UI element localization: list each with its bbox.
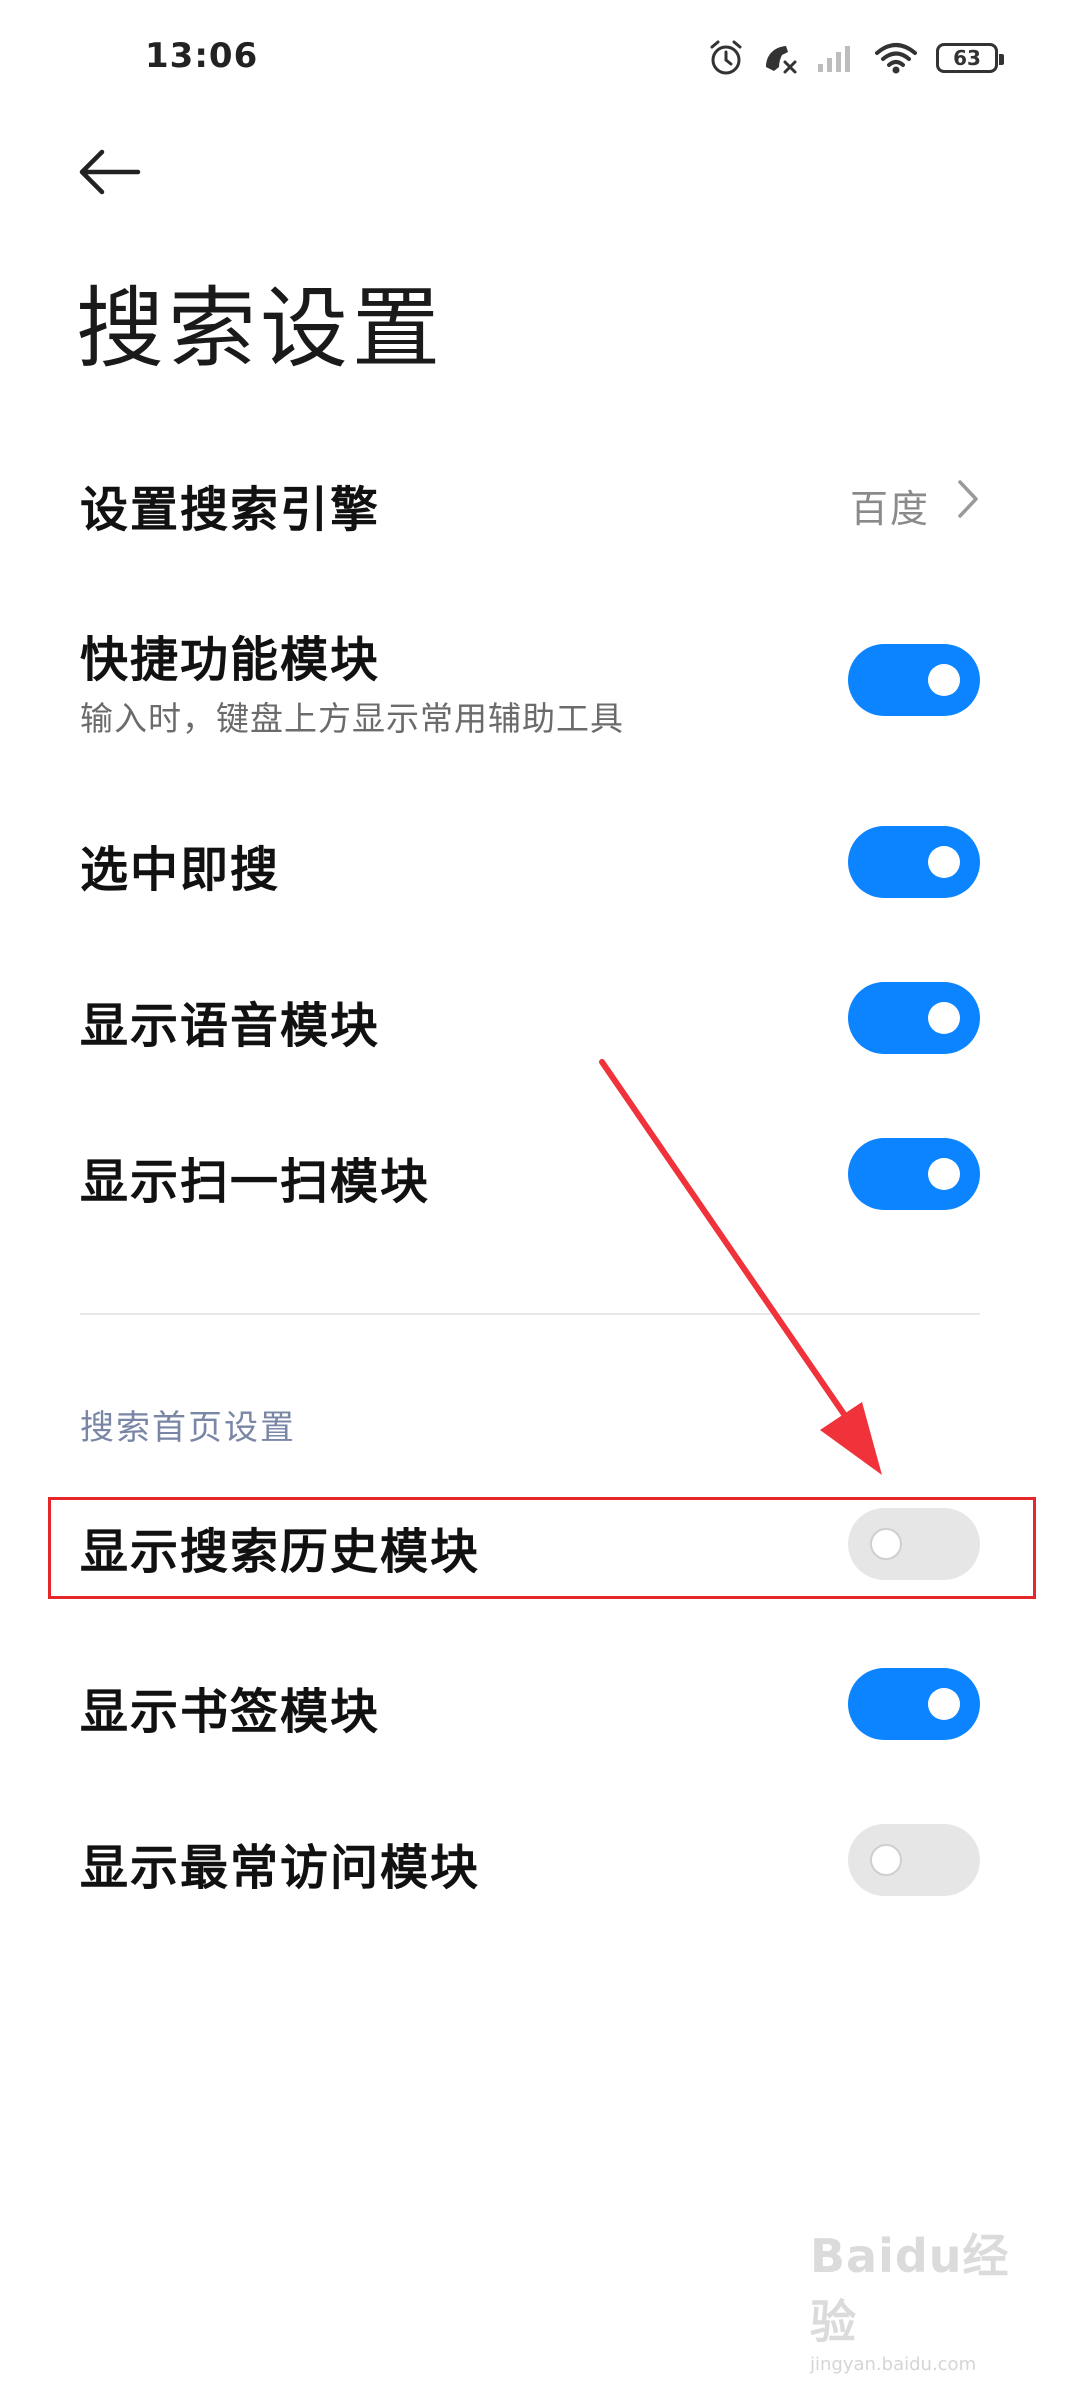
most-visited-toggle[interactable] <box>848 1824 980 1896</box>
chevron-right-icon <box>958 480 978 518</box>
quick-function-toggle[interactable] <box>848 644 980 716</box>
toggle-knob <box>928 846 960 878</box>
annotation-highlight-box <box>48 1497 1036 1599</box>
status-bar: 13:06 63 <box>0 0 1080 120</box>
toggle-knob <box>928 664 960 696</box>
annotation-arrow-icon <box>599 1059 882 1475</box>
bookmarks-label: 显示书签模块 <box>80 1684 381 1740</box>
toggle-knob <box>928 1158 960 1190</box>
battery-icon: 63 <box>936 43 1004 73</box>
toggle-knob <box>928 1688 960 1720</box>
select-search-toggle[interactable] <box>848 826 980 898</box>
bookmarks-toggle[interactable] <box>848 1668 980 1740</box>
voice-module-toggle[interactable] <box>848 982 980 1054</box>
quick-function-label: 快捷功能模块 <box>80 632 381 688</box>
wifi-icon <box>875 43 917 74</box>
scan-module-row: 显示扫一扫模块 <box>0 1138 1080 1218</box>
section-header: 搜索首页设置 <box>80 1408 296 1448</box>
watermark: Baidu经验 jingyan.baidu.com <box>810 2220 1010 2375</box>
toggle-knob <box>870 1844 902 1876</box>
alarm-icon <box>710 40 742 75</box>
scan-module-label: 显示扫一扫模块 <box>80 1154 431 1210</box>
signal-icon <box>818 46 850 72</box>
bookmarks-row: 显示书签模块 <box>0 1668 1080 1748</box>
search-engine-value: 百度 <box>849 487 930 531</box>
quick-function-description: 输入时，键盘上方显示常用辅助工具 <box>80 699 624 738</box>
quick-function-row: 快捷功能模块 输入时，键盘上方显示常用辅助工具 <box>0 620 1080 760</box>
page-title: 搜索设置 <box>76 277 445 380</box>
most-visited-label: 显示最常访问模块 <box>80 1840 481 1896</box>
voice-module-row: 显示语音模块 <box>0 982 1080 1062</box>
most-visited-row: 显示最常访问模块 <box>0 1824 1080 1904</box>
select-search-row: 选中即搜 <box>0 826 1080 906</box>
battery-level: 63 <box>953 46 981 70</box>
voice-module-label: 显示语音模块 <box>80 998 381 1054</box>
watermark-text: Baidu经验 <box>810 2229 1010 2349</box>
watermark-url: jingyan.baidu.com <box>810 2354 977 2375</box>
search-engine-row[interactable]: 设置搜索引擎 百度 <box>0 450 1080 550</box>
status-time: 13:06 <box>145 36 259 76</box>
search-engine-label: 设置搜索引擎 <box>80 482 381 538</box>
back-arrow-icon[interactable] <box>72 136 144 208</box>
toggle-knob <box>928 1002 960 1034</box>
call-missed-icon <box>766 46 797 74</box>
select-search-label: 选中即搜 <box>80 842 281 898</box>
status-icons: 63 <box>708 36 1004 80</box>
